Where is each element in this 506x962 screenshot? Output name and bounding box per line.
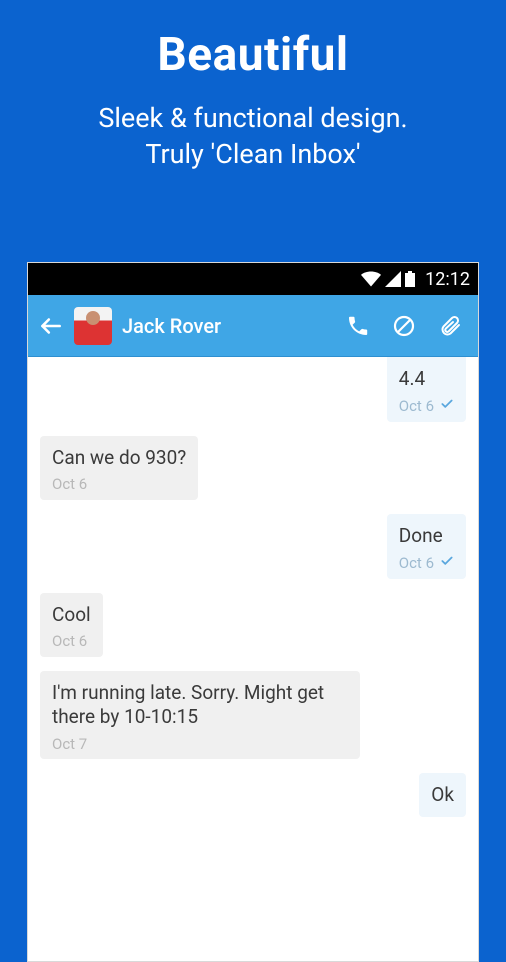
promo-subtitle-line1: Sleek & functional design. bbox=[98, 102, 407, 134]
statusbar-time: 12:12 bbox=[425, 269, 470, 290]
message-text: Can we do 930? bbox=[52, 446, 186, 470]
promo-title: Beautiful bbox=[0, 28, 506, 82]
message-sent[interactable]: 4.4 Oct 6 bbox=[387, 357, 466, 422]
battery-icon bbox=[405, 271, 415, 287]
delivered-check-icon bbox=[440, 397, 454, 416]
cell-signal-icon bbox=[385, 271, 401, 287]
call-button[interactable] bbox=[346, 314, 370, 338]
message-text: Cool bbox=[52, 603, 91, 627]
message-date: Oct 6 bbox=[399, 397, 434, 416]
promo-hero: Beautiful Sleek & functional design. Tru… bbox=[0, 0, 506, 173]
message-text: Done bbox=[399, 524, 454, 548]
block-button[interactable] bbox=[392, 314, 416, 338]
message-received[interactable]: Cool Oct 6 bbox=[40, 593, 103, 658]
phone-frame: 12:12 Jack Rover 4.4 Oct 6 bbox=[27, 262, 479, 962]
message-text: Ok bbox=[431, 783, 454, 807]
promo-subtitle-line2: Truly 'Clean Inbox' bbox=[145, 138, 360, 170]
message-text: I'm running late. Sorry. Might get there… bbox=[52, 681, 348, 729]
conversation-thread[interactable]: 4.4 Oct 6 Can we do 930? Oct 6 Done Oct … bbox=[28, 357, 478, 817]
wifi-icon bbox=[361, 271, 381, 287]
message-sent[interactable]: Ok bbox=[419, 773, 466, 817]
back-button[interactable] bbox=[38, 313, 64, 339]
message-received[interactable]: Can we do 930? Oct 6 bbox=[40, 436, 198, 501]
message-text: 4.4 bbox=[399, 367, 454, 391]
message-date: Oct 7 bbox=[52, 735, 87, 754]
contact-name[interactable]: Jack Rover bbox=[122, 314, 336, 338]
conversation-header: Jack Rover bbox=[28, 295, 478, 357]
message-sent[interactable]: Done Oct 6 bbox=[387, 514, 466, 579]
message-date: Oct 6 bbox=[52, 475, 87, 494]
promo-subtitle: Sleek & functional design. Truly 'Clean … bbox=[0, 100, 506, 173]
android-statusbar: 12:12 bbox=[28, 263, 478, 295]
delivered-check-icon bbox=[440, 554, 454, 573]
message-date: Oct 6 bbox=[52, 632, 87, 651]
attachment-button[interactable] bbox=[438, 314, 462, 338]
contact-avatar[interactable] bbox=[74, 307, 112, 345]
message-received[interactable]: I'm running late. Sorry. Might get there… bbox=[40, 671, 360, 759]
message-date: Oct 6 bbox=[399, 554, 434, 573]
